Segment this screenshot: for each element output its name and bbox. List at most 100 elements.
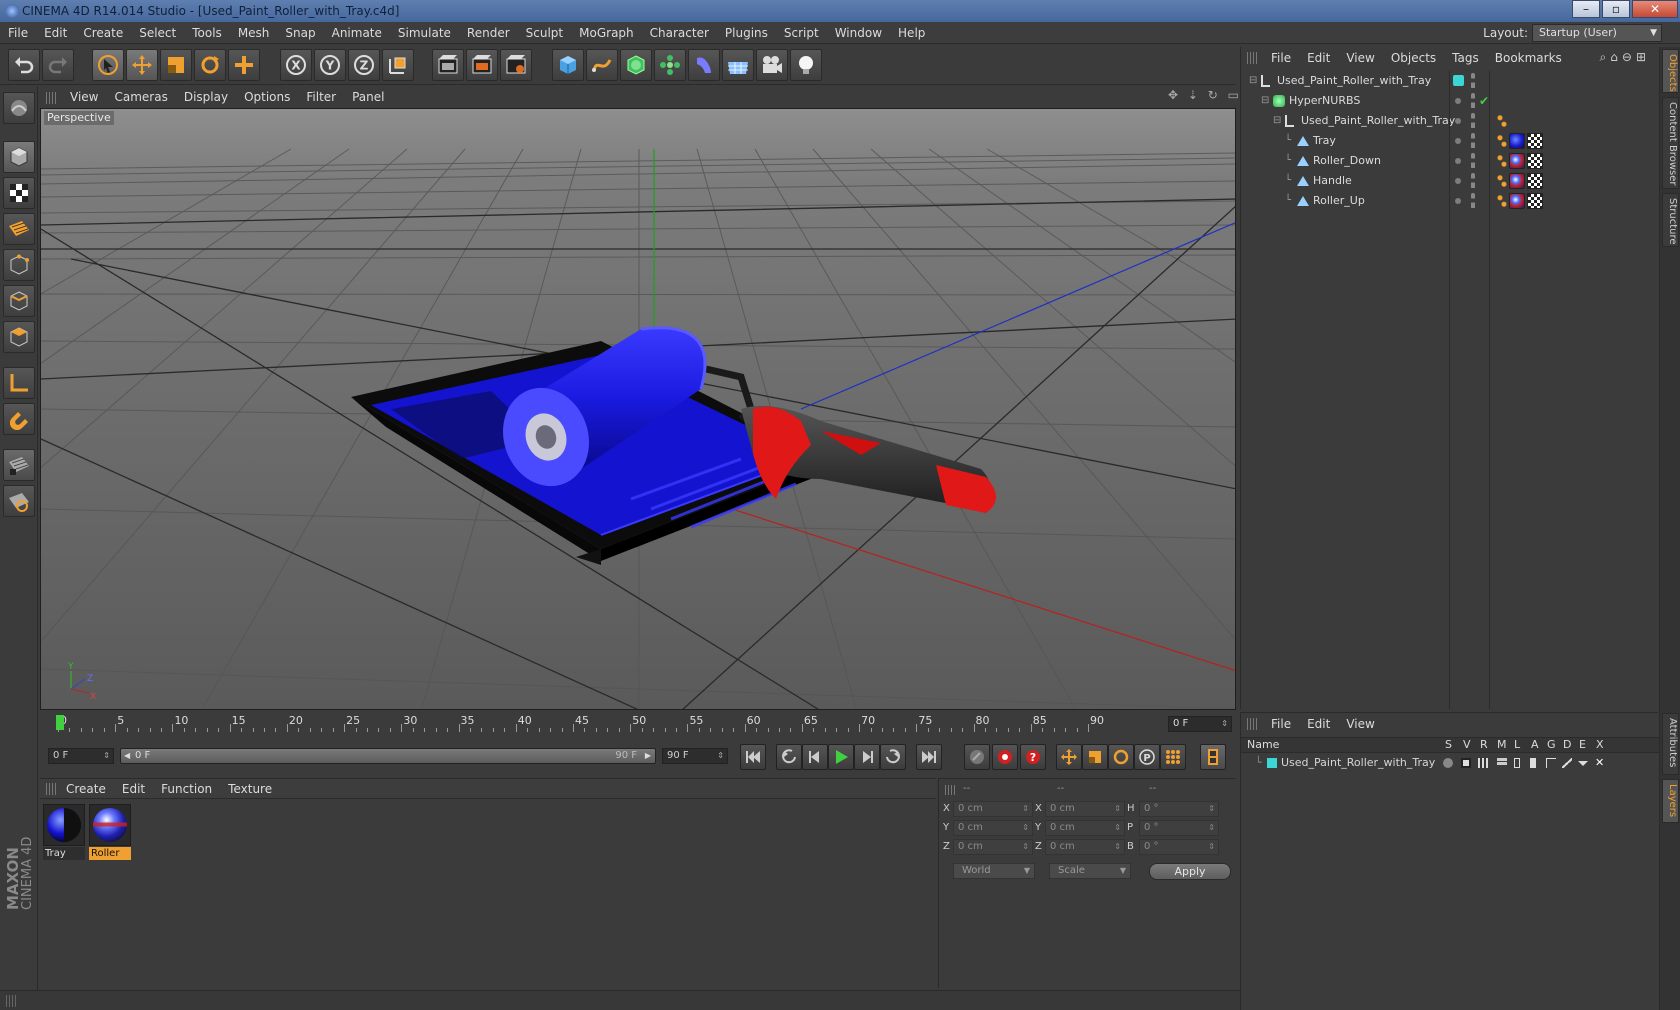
object-row[interactable]: └ Roller_Up	[1241, 191, 1659, 211]
object-row[interactable]: └ Tray	[1241, 131, 1659, 151]
timeline-window-button[interactable]	[1200, 744, 1226, 770]
go-to-end-button[interactable]	[916, 744, 942, 770]
position-field[interactable]: 0 cm ⇕	[953, 839, 1033, 855]
tab-objects[interactable]: Objects	[1662, 49, 1679, 93]
layer-dot-icon[interactable]	[1455, 118, 1461, 124]
object-row[interactable]: └ Roller_Down	[1241, 151, 1659, 171]
tab-structure[interactable]: Structure	[1662, 193, 1679, 247]
menu-help[interactable]: Help	[890, 22, 933, 44]
panel-grip[interactable]	[945, 785, 955, 795]
om-menu-file[interactable]: File	[1263, 47, 1299, 69]
object-name[interactable]: HyperNURBS	[1289, 91, 1360, 111]
mm-menu-create[interactable]: Create	[58, 779, 114, 799]
menu-sculpt[interactable]: Sculpt	[518, 22, 571, 44]
add-cube-button[interactable]	[552, 49, 584, 81]
point-level-animation-button[interactable]	[1160, 744, 1186, 770]
menu-plugins[interactable]: Plugins	[717, 22, 776, 44]
menu-snap[interactable]: Snap	[277, 22, 323, 44]
phong-tag-icon[interactable]	[1497, 173, 1507, 189]
go-to-start-button[interactable]	[740, 744, 766, 770]
next-frame-button[interactable]	[854, 744, 880, 770]
viewport-menu-cameras[interactable]: Cameras	[106, 87, 175, 108]
preview-range-slider[interactable]: ◀ 0 F 90 F ▶	[120, 748, 656, 764]
size-field[interactable]: 0 cm ⇕	[1045, 820, 1125, 836]
om-menu-tags[interactable]: Tags	[1444, 47, 1487, 69]
collapse-toggle-icon[interactable]: ⊟	[1273, 111, 1281, 131]
object-name[interactable]: Roller_Down	[1313, 151, 1381, 171]
z-axis-lock-button[interactable]: Z	[348, 49, 380, 81]
viewport-menu-panel[interactable]: Panel	[344, 87, 392, 108]
maximize-button[interactable]: ▫	[1602, 0, 1630, 18]
workplane-mode-button[interactable]	[3, 213, 35, 245]
menu-tools[interactable]: Tools	[184, 22, 230, 44]
position-key-button[interactable]	[1056, 744, 1082, 770]
visibility-dots-icon[interactable]	[1471, 193, 1475, 209]
material-tag-icon[interactable]	[1509, 133, 1525, 149]
rotation-field[interactable]: 0 ° ⇕	[1139, 820, 1219, 836]
model-mode-button[interactable]	[3, 141, 35, 173]
rotation-key-button[interactable]	[1108, 744, 1134, 770]
visibility-dots-icon[interactable]	[1471, 113, 1475, 129]
autokeying-button[interactable]	[992, 744, 1018, 770]
om-menu-objects[interactable]: Objects	[1383, 47, 1444, 69]
menu-animate[interactable]: Animate	[324, 22, 390, 44]
close-button[interactable]: ✕	[1632, 0, 1678, 18]
om-menu-edit[interactable]: Edit	[1299, 47, 1338, 69]
x-axis-lock-button[interactable]: X	[280, 49, 312, 81]
position-field[interactable]: 0 cm ⇕	[953, 820, 1033, 836]
layer-row[interactable]: └ Used_Paint_Roller_with_Tray ✕	[1241, 754, 1659, 772]
uvw-tag-icon[interactable]	[1527, 193, 1543, 209]
menu-edit[interactable]: Edit	[36, 22, 75, 44]
points-mode-button[interactable]	[3, 249, 35, 281]
add-floor-button[interactable]	[722, 49, 754, 81]
layer-column-m[interactable]: M	[1497, 738, 1507, 752]
menu-mesh[interactable]: Mesh	[230, 22, 278, 44]
visibility-dots-icon[interactable]	[1471, 73, 1475, 89]
planar-workplane-button[interactable]	[3, 485, 35, 517]
uvw-tag-icon[interactable]	[1527, 173, 1543, 189]
material-tag-icon[interactable]	[1509, 173, 1525, 189]
locked-workplane-button[interactable]	[3, 449, 35, 481]
object-name[interactable]: Used_Paint_Roller_with_Tray	[1277, 71, 1431, 91]
recent-tool-button[interactable]	[228, 49, 260, 81]
material-swatch-tray[interactable]: Tray	[42, 803, 86, 861]
layer-name[interactable]: Used_Paint_Roller_with_Tray	[1281, 754, 1435, 772]
material-tag-icon[interactable]	[1509, 193, 1525, 209]
panel-grip[interactable]	[46, 783, 58, 795]
object-name[interactable]: Tray	[1313, 131, 1336, 151]
panel-grip[interactable]	[46, 91, 56, 104]
layer-column-e[interactable]: E	[1579, 738, 1586, 752]
layer-column-x[interactable]: X	[1596, 738, 1604, 752]
enabled-check-icon[interactable]: ✔	[1479, 91, 1489, 111]
viewport-menu-options[interactable]: Options	[236, 87, 298, 108]
size-field[interactable]: 0 cm ⇕	[1045, 839, 1125, 855]
frame-ruler[interactable]: 051015202530354045505560657075808590	[52, 714, 1170, 734]
axis-mode-button[interactable]	[3, 367, 35, 399]
add-light-button[interactable]	[790, 49, 822, 81]
object-name[interactable]: Used_Paint_Roller_with_Tray	[1301, 111, 1455, 131]
material-swatch-roller[interactable]: Roller	[88, 803, 132, 861]
menu-file[interactable]: File	[0, 22, 36, 44]
menu-mograph[interactable]: MoGraph	[571, 22, 642, 44]
menu-window[interactable]: Window	[827, 22, 890, 44]
layer-column-v[interactable]: V	[1463, 738, 1471, 752]
layer-column-a[interactable]: A	[1531, 738, 1539, 752]
size-mode-dropdown[interactable]: Scale ▼	[1049, 863, 1131, 879]
end-frame-field[interactable]: 90 F ⇕	[662, 748, 728, 764]
om-menu-view[interactable]: View	[1338, 47, 1382, 69]
layer-dot-icon[interactable]	[1455, 158, 1461, 164]
keyframe-selection-button[interactable]: ?	[1020, 744, 1046, 770]
uvw-tag-icon[interactable]	[1527, 133, 1543, 149]
y-axis-lock-button[interactable]: Y	[314, 49, 346, 81]
viewport-menu-view[interactable]: View	[62, 87, 106, 108]
tab-layers[interactable]: Layers	[1662, 779, 1679, 823]
object-row[interactable]: ⊟ Used_Paint_Roller_with_Tray	[1241, 111, 1659, 131]
parameter-key-button[interactable]: P	[1134, 744, 1160, 770]
render-settings-button[interactable]	[500, 49, 532, 81]
live-selection-button[interactable]	[92, 49, 124, 81]
lock-icon[interactable]	[1514, 758, 1520, 768]
layer-column-d[interactable]: D	[1563, 738, 1571, 752]
move-tool-button[interactable]	[126, 49, 158, 81]
visibility-dots-icon[interactable]	[1471, 93, 1475, 109]
visibility-dots-icon[interactable]	[1471, 133, 1475, 149]
